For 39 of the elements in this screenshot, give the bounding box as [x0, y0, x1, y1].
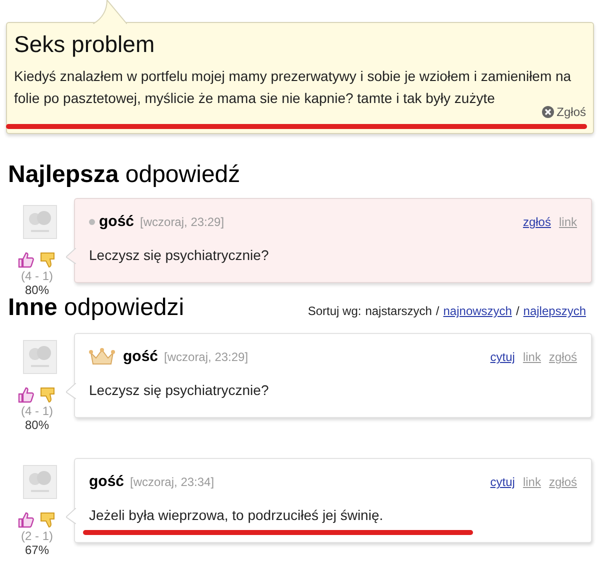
thumb-down-icon[interactable] [39, 511, 57, 529]
answer-text: Leczysz się psychiatrycznie? [89, 246, 269, 262]
separator: / [516, 303, 520, 320]
question-title: Seks problem [14, 30, 156, 59]
vote-count: (4 - 1) [20, 404, 53, 418]
thumb-up-icon[interactable] [17, 251, 35, 269]
other-answers-heading: Inne odpowiedzi [8, 294, 184, 323]
thumb-down-icon[interactable] [39, 251, 57, 269]
thumb-up-icon[interactable] [17, 511, 35, 529]
sort-option[interactable]: najnowszych [443, 302, 512, 320]
post-time: [wczoraj, 23:29] [140, 214, 224, 232]
sort-option[interactable]: najstarszych [365, 302, 432, 320]
thumb-up-icon[interactable] [17, 386, 35, 404]
vote-percent: 80% [24, 418, 50, 432]
separator: / [436, 303, 440, 320]
action-link[interactable]: cytuj [490, 348, 515, 366]
report-link[interactable]: Zgłoś [556, 105, 586, 119]
vote-percent: 67% [24, 543, 50, 557]
action-link[interactable]: cytuj [490, 473, 515, 492]
sort-option[interactable]: najlepszych [523, 302, 586, 320]
avatar-icon [23, 465, 57, 499]
vote-count: (4 - 1) [20, 269, 53, 283]
author-name: gość [89, 472, 124, 492]
avatar-icon [23, 340, 57, 374]
author-name: gość [99, 212, 134, 232]
best-answer-heading: Najlepsza odpowiedź [8, 160, 242, 190]
action-link[interactable]: zgłoś [522, 213, 551, 232]
question-text: Kiedyś znalazłem w portfelu mojej mamy prezerwatywy i sobie je wziołem i zamieniłem na folie po pasztetowej, myślicie że mama sie nie kapnie? tamte i tak były zużyte [14, 67, 572, 107]
vote-count: (2 - 1) [20, 529, 53, 543]
close-icon [542, 106, 554, 118]
sort-label: Sortuj wg: [308, 303, 362, 320]
author-name: gość [123, 347, 158, 367]
post-time: [wczoraj, 23:29] [164, 349, 248, 366]
post-time: [wczoraj, 23:34] [130, 474, 214, 492]
avatar-icon [23, 205, 57, 239]
answer-text: Jeżeli była wieprzowa, to podrzuciłeś jej świnię. [89, 506, 384, 522]
answer-text: Leczysz się psychiatrycznie? [89, 382, 269, 398]
thumb-down-icon[interactable] [39, 386, 57, 404]
vote-percent: 80% [24, 283, 50, 297]
